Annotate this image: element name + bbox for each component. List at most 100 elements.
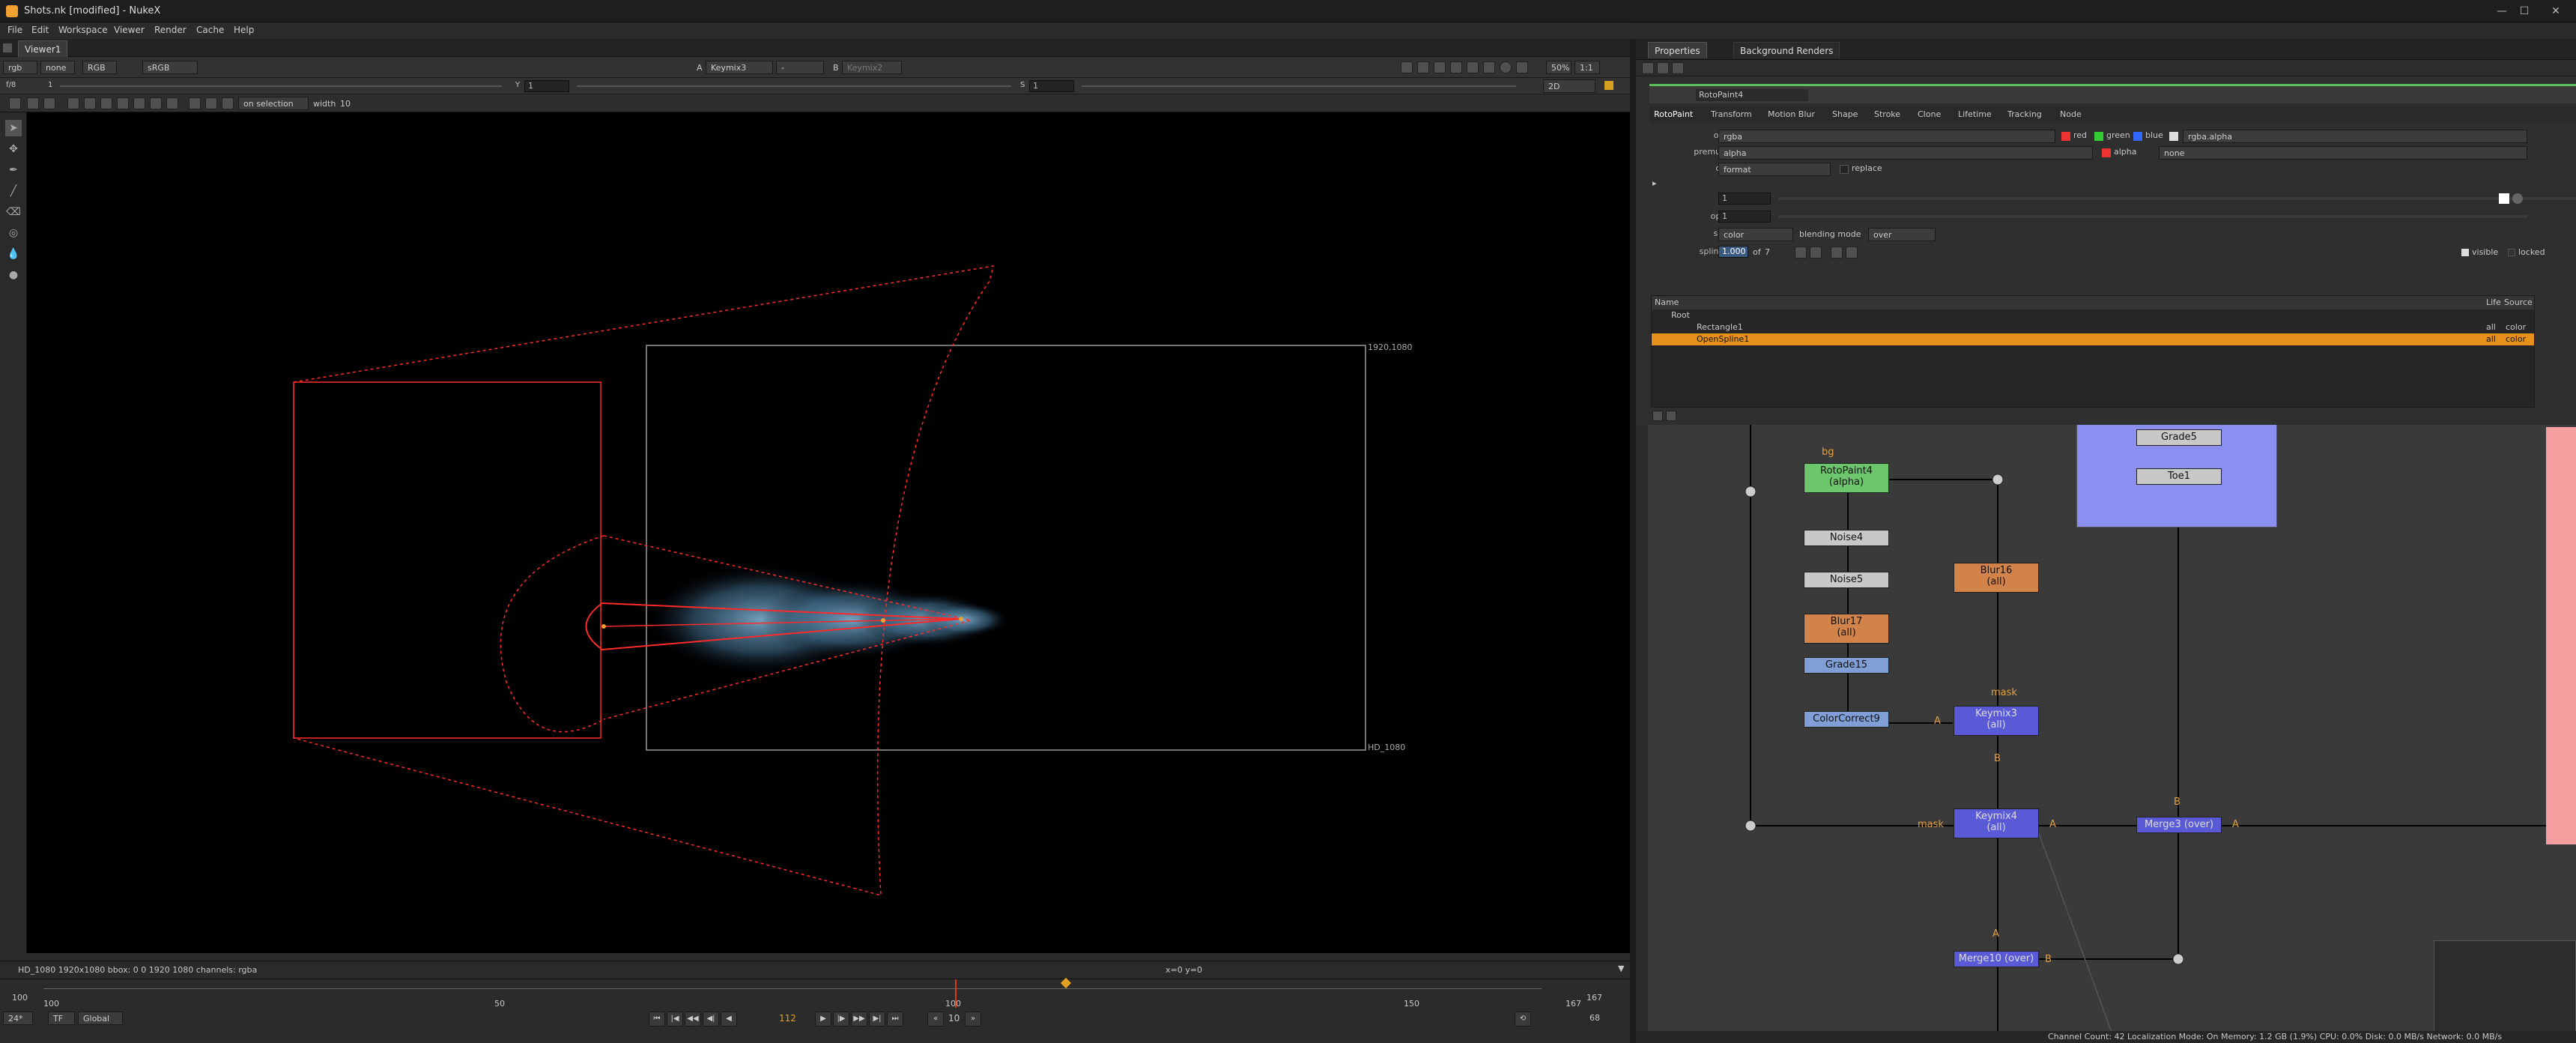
node-merge10[interactable]: Merge10 (over) [1954,951,2039,967]
frame-field[interactable]: 1 [48,81,52,89]
timeline-start[interactable]: 100 [12,993,28,1003]
collapse-arrow-icon[interactable]: ▸ [1652,178,1657,188]
clipping-icon[interactable] [1417,61,1429,73]
maximize-button[interactable]: ☐ [2509,3,2539,19]
locked-checkbox[interactable] [2508,249,2515,256]
max-panels-icon[interactable] [1642,62,1654,74]
menu-cache[interactable]: Cache [196,25,224,35]
close-button[interactable]: ✕ [2541,3,2571,19]
overlay-icon[interactable] [1483,61,1495,73]
next-frame-icon[interactable]: |▶ [833,1012,849,1027]
pixel-ratio-dropdown[interactable]: 1:1 [1575,61,1600,74]
wipe-operation-dropdown[interactable]: - [776,61,824,74]
play-forward-icon[interactable]: ▶ [815,1012,831,1027]
loop-icon[interactable]: ⟲ [1515,1012,1531,1027]
visible-checkbox[interactable] [2461,249,2469,256]
clear-panel-icon[interactable] [1672,62,1684,74]
clone-tool-icon[interactable]: ◎ [5,225,22,241]
skip-back-icon[interactable]: « [927,1012,944,1027]
blending-mode-dropdown[interactable]: over [1868,228,1936,241]
increment-field[interactable]: 10 [948,1013,960,1024]
color-field[interactable]: 1 [1718,193,1771,205]
fps-dropdown[interactable]: 24* [3,1012,33,1025]
alpha-channel-dropdown[interactable]: none [40,61,75,74]
blur-tool-icon[interactable]: 💧 [5,246,22,262]
node-blur17[interactable]: Blur17 (all) [1804,614,1889,644]
tab-stroke[interactable]: Stroke [1874,109,1900,119]
label-icon[interactable] [117,97,129,109]
next-keyframe-icon[interactable]: ▶| [869,1012,885,1027]
prev-keyframe-icon[interactable]: |◀ [667,1012,683,1027]
onion-icon[interactable] [133,97,145,109]
premultiply-dropdown[interactable]: alpha [1718,146,2093,160]
transform-icon[interactable] [43,97,55,109]
viewer-overlay[interactable]: 1920,1080 HD_1080 [27,112,1630,953]
current-frame-field[interactable]: 112 [779,1013,796,1024]
view-mode-dropdown[interactable]: 2D [1543,79,1595,93]
replace-checkbox[interactable] [1840,165,1849,174]
node-merge3[interactable]: Merge3 (over) [2136,817,2222,833]
panel-splitter[interactable] [1630,39,1636,1043]
blue-checkbox[interactable] [2133,132,2142,141]
delete-key-icon[interactable] [1846,247,1858,259]
remove-shape-icon[interactable] [1666,411,1676,421]
color-swatch-icon[interactable] [2499,193,2509,204]
menu-edit[interactable]: Edit [31,25,49,35]
node-grade15[interactable]: Grade15 [1804,657,1889,674]
paint-brush-icon[interactable] [1604,81,1613,90]
next-key-icon[interactable] [1810,247,1822,259]
timeline-ruler[interactable] [43,988,1542,989]
tab-motion-blur[interactable]: Motion Blur [1768,109,1815,119]
pause-icon[interactable] [1516,61,1528,73]
node-rotopaint4[interactable]: RotoPaint4 (alpha) [1804,463,1889,493]
info-expand-icon[interactable]: ▼ [1618,964,1624,973]
saturation-slider[interactable] [1082,85,1516,87]
eraser-tool-icon[interactable]: ⌫ [5,204,22,220]
lut-icon[interactable] [1467,61,1479,73]
channels-dropdown[interactable]: rgb [3,61,37,74]
node-noise5[interactable]: Noise5 [1804,572,1889,588]
key-icon[interactable] [222,97,234,109]
selection-mode-dropdown[interactable]: on selection [238,97,309,110]
add-shape-icon[interactable] [1652,411,1663,421]
zoom-dropdown[interactable]: 50% [1546,61,1572,74]
menu-render[interactable]: Render [154,25,187,35]
menu-viewer[interactable]: Viewer [114,25,145,35]
tab-shape[interactable]: Shape [1832,109,1858,119]
life-column-header[interactable]: Life [2486,297,2501,307]
opacity-field[interactable]: 1 [1718,211,1771,223]
source-column-header[interactable]: Source [2504,297,2533,307]
width-value[interactable]: 10 [340,99,351,109]
menu-file[interactable]: File [7,25,22,35]
saturation-field[interactable]: 1 [1029,80,1074,92]
source-dropdown[interactable]: color [1718,228,1793,241]
name-column-header[interactable]: Name [1655,297,1679,307]
opacity-slider[interactable] [1778,215,2527,218]
tab-node[interactable]: Node [2060,109,2082,119]
color-slider[interactable] [1778,197,2576,200]
feather-icon[interactable] [27,97,39,109]
gain-slider[interactable] [60,85,502,87]
input-a-dropdown[interactable]: Keymix3 [706,61,773,74]
prev-key-icon[interactable] [1795,247,1807,259]
node-name-field[interactable]: RotoPaint4 [1696,89,1808,101]
playhead[interactable] [955,979,957,1008]
add-key-icon[interactable] [1831,247,1843,259]
node-noise4[interactable]: Noise4 [1804,530,1889,546]
tab-clone[interactable]: Clone [1918,109,1941,119]
menu-workspace[interactable]: Workspace [58,25,108,35]
navigator-minimap[interactable] [2434,940,2576,1034]
last-frame-icon[interactable]: ⏭ [887,1012,903,1027]
ripple-icon[interactable] [189,97,201,109]
node-keymix4[interactable]: Keymix4 (all) [1954,808,2039,838]
gamma-slider[interactable] [577,85,1011,87]
lock-panel-icon[interactable] [1657,62,1669,74]
tab-lifetime[interactable]: Lifetime [1958,109,1992,119]
tab-tracking[interactable]: Tracking [2007,109,2042,119]
spline-key-field[interactable]: 1.000 [1718,246,1748,258]
points-icon[interactable] [67,97,79,109]
fstop-label[interactable]: f/8 [6,81,16,89]
alpha-out-checkbox[interactable] [2169,132,2178,141]
backdrop-edge[interactable] [2546,427,2576,844]
input-b-dropdown[interactable]: Keymix2 [842,61,902,74]
